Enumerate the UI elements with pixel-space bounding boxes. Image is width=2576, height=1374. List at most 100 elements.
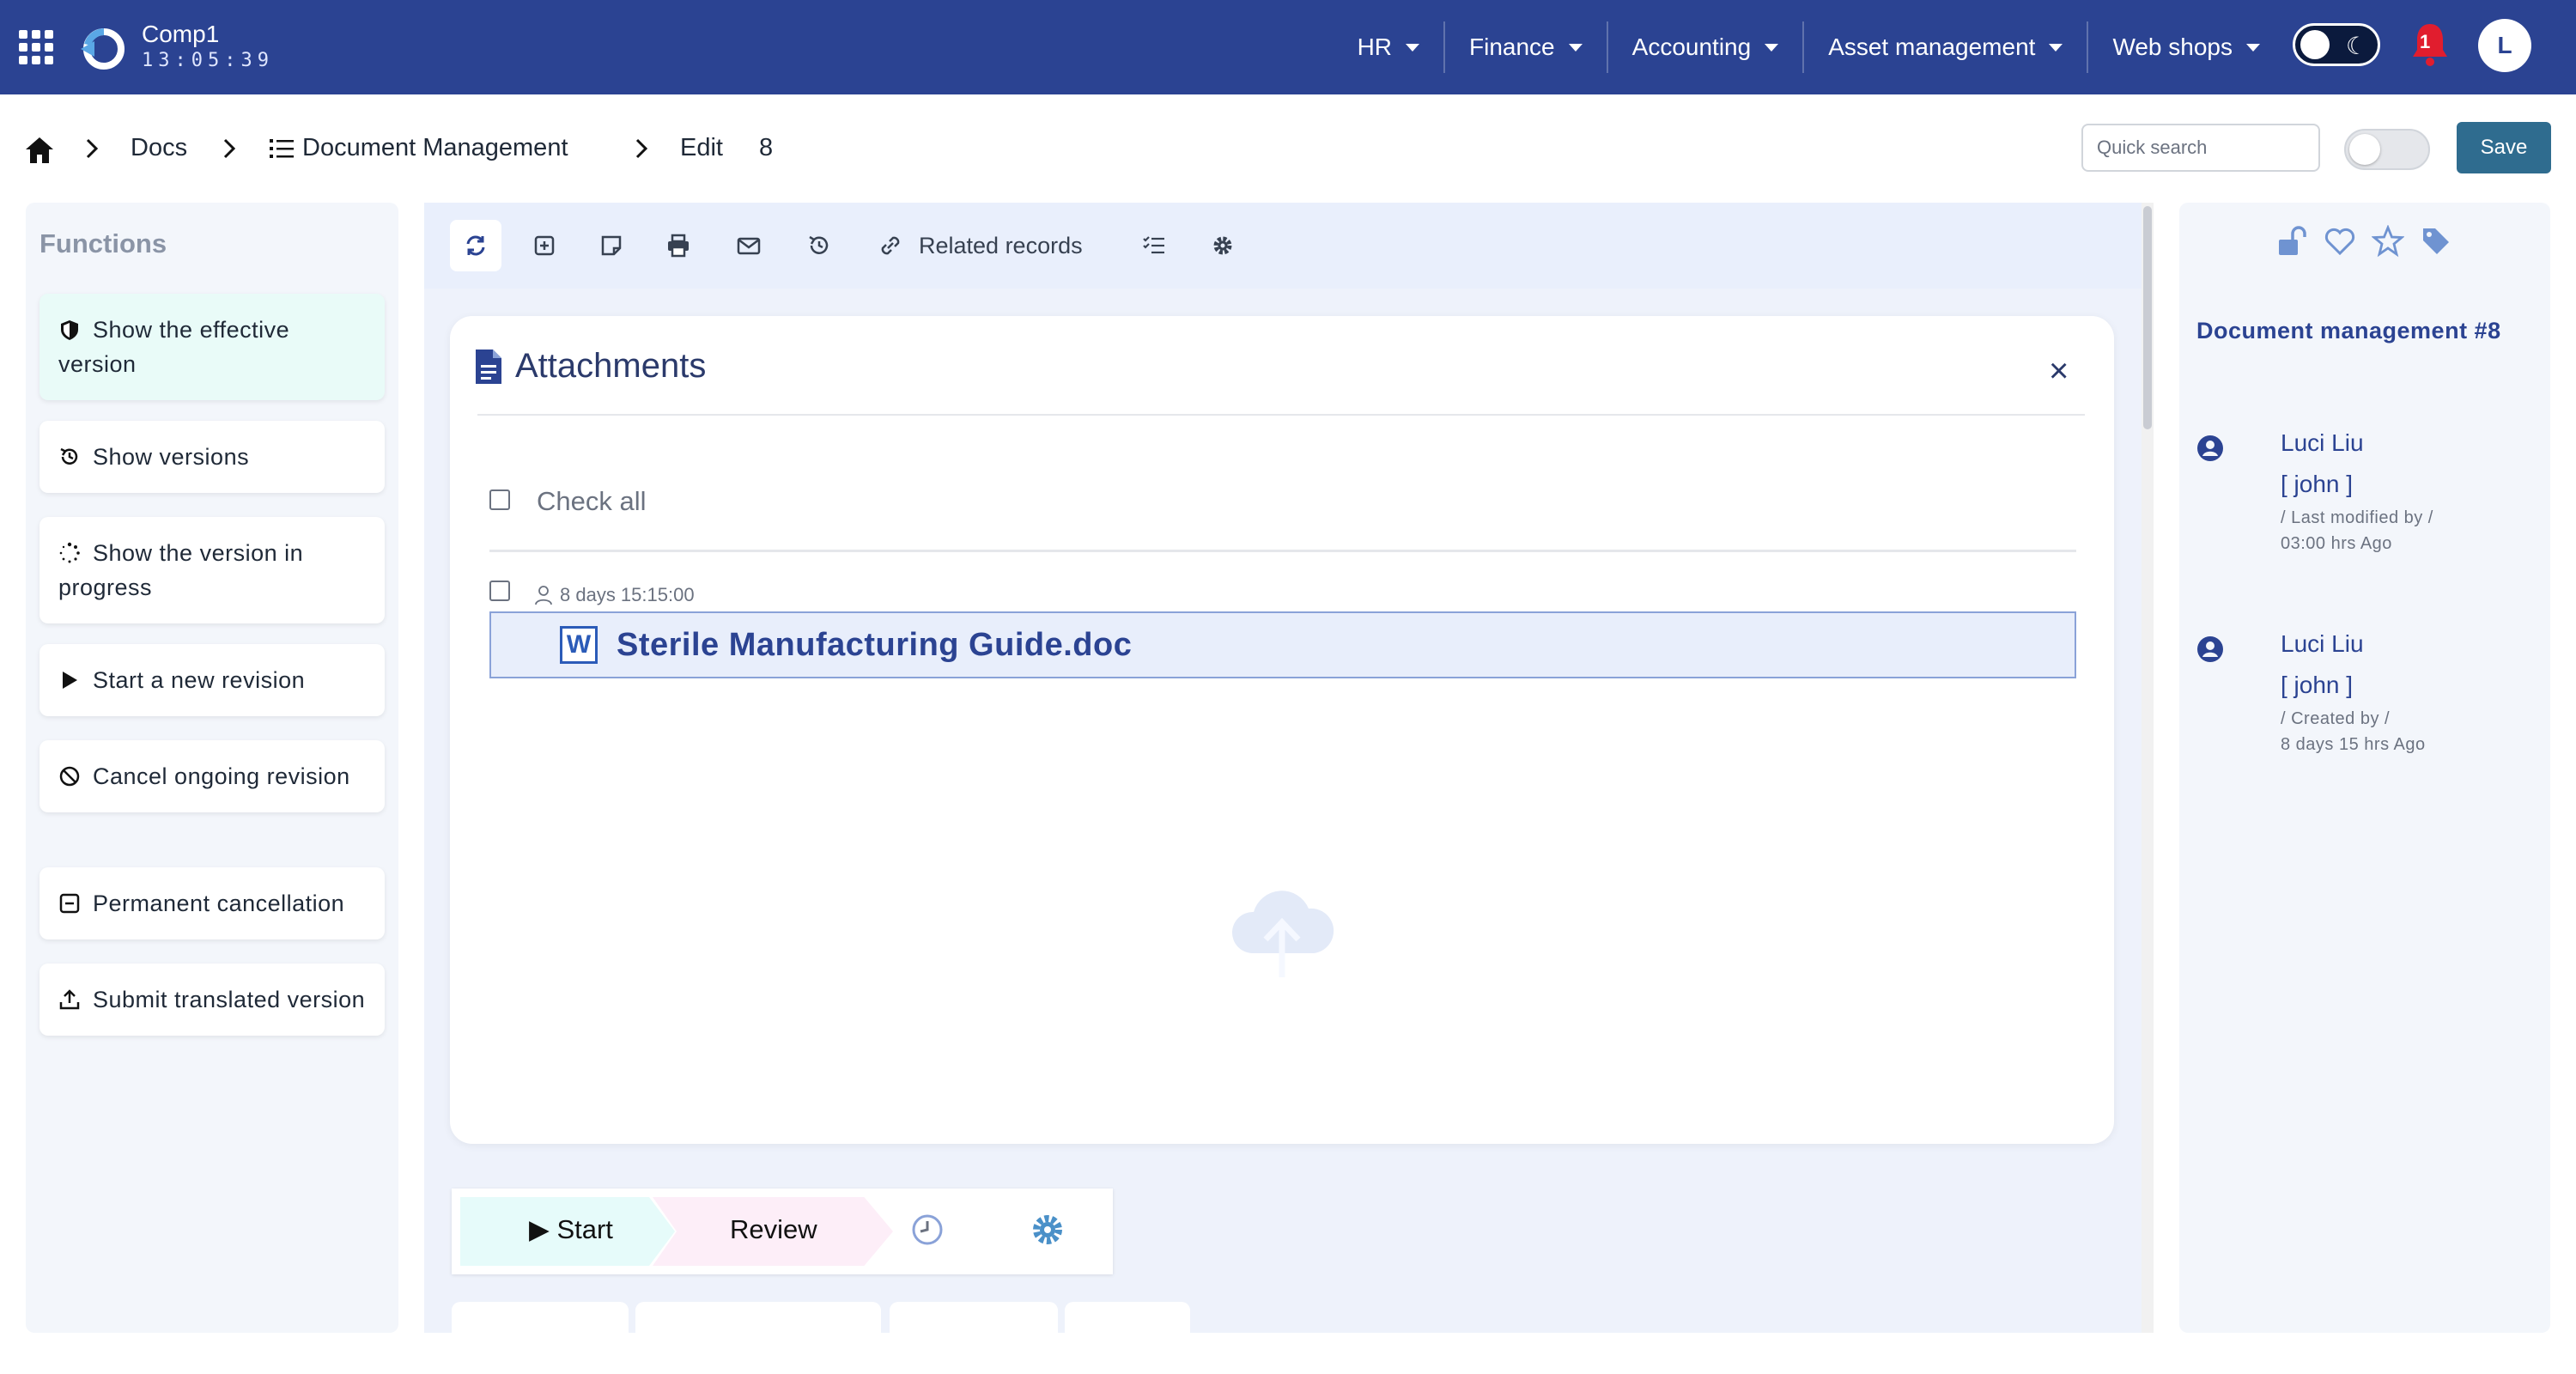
quick-search-input[interactable] (2081, 124, 2320, 172)
function-submit-translated-version[interactable]: Submit translated version (39, 964, 385, 1036)
chevron-right-icon (635, 138, 648, 159)
menu-label: Web shops (2112, 33, 2233, 60)
save-button[interactable]: Save (2457, 122, 2551, 173)
menu-finance[interactable]: Finance (1443, 21, 1607, 73)
new-record-button[interactable] (519, 220, 570, 271)
function-label: Show versions (93, 444, 250, 470)
play-icon (63, 672, 77, 689)
workflow-start-label: ▶ Start (529, 1214, 613, 1244)
modifier-username[interactable]: [ john ] (2281, 471, 2353, 498)
menu-label: Asset management (1828, 33, 2036, 60)
document-icon (476, 349, 501, 384)
function-label: Start a new revision (93, 667, 306, 693)
print-icon (668, 234, 689, 258)
breadcrumb-document-management[interactable]: Document Management (302, 134, 568, 162)
modifier-role: / Last modified by / (2281, 508, 2433, 527)
function-show-version-in-progress[interactable]: Show the version in progress (39, 517, 385, 623)
user-circle-icon (2197, 636, 2223, 662)
top-navbar: Comp1 13:05:39 HR Finance Accounting Ass… (0, 0, 2576, 94)
home-icon[interactable] (24, 136, 55, 165)
functions-title: Functions (39, 228, 167, 258)
creator-name[interactable]: Luci Liu (2281, 630, 2364, 658)
function-label: Permanent cancellation (93, 891, 345, 916)
refresh-button[interactable] (450, 220, 501, 271)
minus-square-icon (59, 893, 80, 914)
function-cancel-ongoing-revision[interactable]: Cancel ongoing revision (39, 740, 385, 812)
clock-icon[interactable] (910, 1213, 945, 1247)
user-outline-icon (535, 586, 552, 605)
caret-down-icon (2246, 43, 2260, 52)
close-attachments-button[interactable]: × (2049, 354, 2069, 388)
function-label: Submit translated version (93, 987, 366, 1012)
function-show-effective-version[interactable]: Show the effective version (39, 294, 385, 400)
related-records-label: Related records (919, 232, 1083, 258)
menu-hr[interactable]: HR (1334, 21, 1443, 73)
main-menu: HR Finance Accounting Asset management W… (1334, 0, 2284, 94)
breadcrumb-docs[interactable]: Docs (131, 134, 187, 162)
attachments-card (450, 316, 2114, 1144)
file-checkbox[interactable] (489, 581, 510, 601)
notes-button[interactable] (586, 220, 637, 271)
check-all-label[interactable]: Check all (537, 486, 647, 517)
check-all-checkbox[interactable] (489, 489, 510, 510)
function-start-new-revision[interactable]: Start a new revision (39, 644, 385, 716)
modifier-name[interactable]: Luci Liu (2281, 429, 2364, 457)
shield-icon (61, 320, 78, 340)
function-permanent-cancellation[interactable]: Permanent cancellation (39, 867, 385, 939)
tag-icon[interactable] (2420, 225, 2452, 258)
related-records-button[interactable]: Related records (876, 220, 1083, 271)
edit-mode-toggle[interactable] (2344, 129, 2430, 170)
user-circle-icon (2197, 435, 2223, 461)
history-icon (60, 447, 78, 465)
menu-accounting[interactable]: Accounting (1606, 21, 1803, 73)
brand: Comp1 13:05:39 (142, 22, 274, 70)
unlock-icon[interactable] (2275, 225, 2308, 258)
gear-icon[interactable] (1030, 1213, 1065, 1247)
function-show-versions[interactable]: Show versions (39, 421, 385, 493)
dark-mode-toggle[interactable]: ☾ (2293, 23, 2380, 66)
upload-cloud-icon[interactable] (1226, 876, 1338, 979)
settings-button[interactable] (1197, 220, 1249, 271)
word-file-icon: W (560, 626, 598, 664)
record-title: Document management #8 (2196, 318, 2501, 344)
menu-label: Finance (1469, 33, 1555, 60)
history-button[interactable] (793, 220, 845, 271)
creator-role: / Created by / (2281, 709, 2391, 728)
plus-square-icon (534, 235, 555, 256)
envelope-icon (737, 237, 761, 255)
file-name[interactable]: Sterile Manufacturing Guide.doc (617, 627, 1132, 664)
user-avatar[interactable]: L (2478, 19, 2531, 72)
bottom-tab-stub[interactable] (890, 1302, 1058, 1333)
function-label: Cancel ongoing revision (93, 763, 350, 789)
breadcrumb-edit: Edit (680, 134, 723, 161)
creator-username[interactable]: [ john ] (2281, 672, 2353, 699)
refresh-icon (466, 235, 485, 256)
ban-icon (59, 766, 80, 787)
checklist-button[interactable] (1128, 220, 1180, 271)
gear-icon (1213, 236, 1232, 255)
divider (489, 550, 2076, 552)
function-label: Show the effective version (58, 317, 290, 377)
bottom-tab-stub[interactable] (1065, 1302, 1190, 1333)
modifier-meta: / Last modified by / 03:00 hrs Ago (2281, 505, 2433, 556)
email-button[interactable] (723, 220, 775, 271)
functions-panel: Functions Show the effective version Sho… (26, 203, 398, 1333)
heart-icon[interactable] (2324, 225, 2356, 258)
menu-asset-management[interactable]: Asset management (1802, 21, 2087, 73)
caret-down-icon (1568, 43, 1583, 52)
menu-web-shops[interactable]: Web shops (2087, 21, 2284, 73)
print-button[interactable] (653, 220, 704, 271)
apps-grid-icon[interactable] (19, 30, 53, 64)
menu-label: Accounting (1631, 33, 1752, 60)
chevron-right-icon (223, 138, 236, 159)
attachment-file-row[interactable]: W Sterile Manufacturing Guide.doc (489, 611, 2076, 678)
attachments-title-text: Attachments (515, 347, 707, 385)
checklist-icon (1143, 236, 1164, 254)
bottom-tab-stub[interactable] (635, 1302, 881, 1333)
star-icon[interactable] (2372, 225, 2404, 258)
file-meta: 8 days 15:15:00 (534, 584, 695, 606)
bottom-tab-stub[interactable] (452, 1302, 629, 1333)
caret-down-icon (2049, 43, 2063, 52)
company-logo-icon (81, 28, 125, 70)
scrollbar-thumb[interactable] (2143, 206, 2152, 429)
